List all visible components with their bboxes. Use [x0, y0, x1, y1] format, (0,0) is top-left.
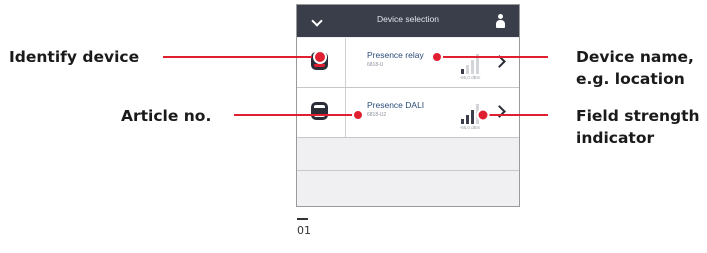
article-no-dot	[352, 109, 364, 121]
device-name-dot	[431, 51, 443, 63]
identify-device-dot	[313, 50, 327, 64]
callout-lines	[163, 50, 548, 122]
field-strength-dot	[476, 108, 490, 122]
figure-dash	[297, 218, 308, 220]
figure-number: 01	[297, 224, 311, 237]
